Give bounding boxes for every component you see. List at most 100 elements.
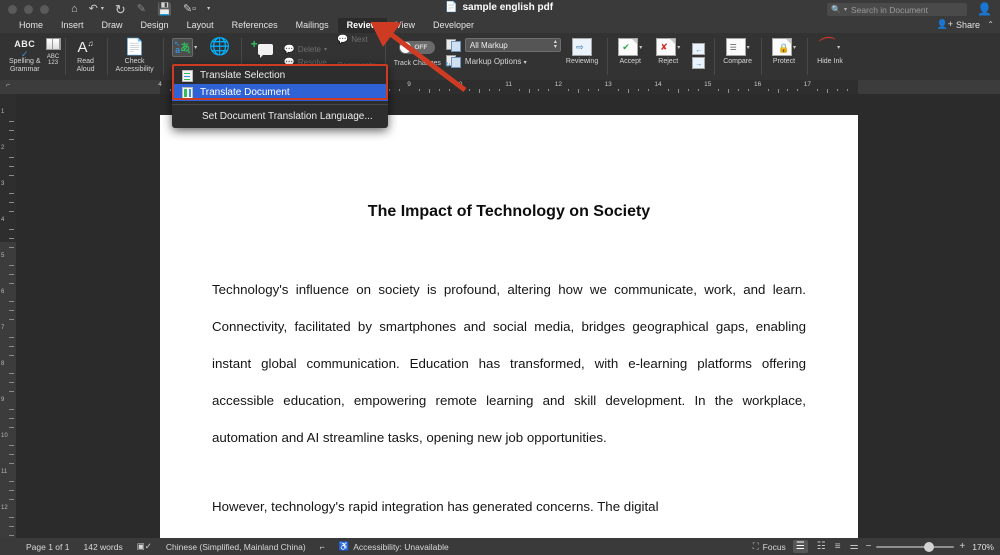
zoom-track[interactable] — [876, 541, 955, 552]
ruler-tick — [817, 89, 819, 91]
chevron-up-icon[interactable]: ⌃ — [987, 20, 994, 29]
tab-list: Home Insert Draw Design Layout Reference… — [0, 18, 1000, 33]
search-input[interactable]: 🔍 ▾ Search in Document — [827, 3, 967, 16]
ruler-tick — [648, 89, 650, 91]
delete-dropdown-icon[interactable]: ▾ — [324, 46, 327, 53]
new-comment-button[interactable]: + — [245, 35, 279, 59]
redo-icon[interactable]: ↻ — [115, 3, 126, 16]
close-button[interactable] — [8, 4, 17, 14]
translate-button[interactable]: ↖ あ a ↘ ▾ — [167, 35, 203, 59]
zoom-slider[interactable]: − + — [866, 541, 966, 552]
protect-button[interactable]: 🔒 ▾ Protect — [765, 35, 803, 68]
word-count-icon[interactable]: ABC 123 — [46, 54, 61, 66]
zoom-in-button[interactable]: + — [959, 541, 965, 552]
markup-display-select[interactable]: All Markup ▴ ▾ — [464, 38, 561, 52]
next-change-button[interactable]: → — [690, 56, 707, 70]
tab-layout[interactable]: Layout — [178, 18, 223, 33]
vertical-ruler-tick — [9, 409, 14, 410]
hide-ink-button[interactable]: ⏜ ▾ Hide Ink — [811, 35, 849, 68]
focus-button[interactable]: ⛶ Focus — [753, 541, 786, 552]
tab-draw[interactable]: Draw — [93, 18, 132, 33]
vertical-ruler-tick — [9, 193, 14, 194]
read-aloud-button[interactable]: A♫ Read Aloud — [69, 35, 103, 76]
check-accessibility-button[interactable]: 📄 Check Accessibility — [111, 35, 159, 76]
ruler-tick — [727, 89, 729, 93]
vertical-ruler-tick — [9, 346, 14, 347]
undo-dropdown-icon[interactable]: ▾ — [101, 6, 104, 12]
tab-insert[interactable]: Insert — [52, 18, 93, 33]
horizontal-ruler[interactable]: ⌐ 4567891011121314151617 — [0, 80, 1000, 94]
compare-button[interactable]: ☰ ▾ Compare — [718, 35, 757, 68]
protect-dropdown-icon[interactable]: ▾ — [793, 44, 796, 51]
zoom-thumb[interactable] — [924, 541, 935, 552]
accept-button[interactable]: ✔ ▾ Accept — [611, 35, 649, 68]
print-layout-icon[interactable]: ☰ — [792, 540, 808, 553]
ruler-tick — [687, 89, 689, 91]
format-painter-icon[interactable]: ✎ — [137, 3, 146, 15]
chevron-down-icon[interactable]: ▾ — [524, 60, 527, 66]
tab-design[interactable]: Design — [132, 18, 178, 33]
search-dropdown-icon[interactable]: ▾ — [844, 6, 847, 13]
reject-dropdown-icon[interactable]: ▾ — [677, 44, 680, 51]
text-layout-icon[interactable]: ⌐ — [320, 542, 325, 552]
spinner-icon[interactable]: ▴ ▾ — [554, 39, 557, 50]
zoom-level[interactable]: 170% — [972, 542, 994, 552]
translate-dropdown-menu[interactable]: Translate Selection Translate Document S… — [172, 64, 388, 128]
menu-item-set-translation-language[interactable]: Set Document Translation Language... — [172, 108, 388, 125]
page-indicator[interactable]: Page 1 of 1 — [26, 542, 69, 552]
translate-dropdown-icon[interactable]: ▾ — [194, 44, 197, 51]
tab-developer[interactable]: Developer — [424, 18, 483, 33]
undo-icon[interactable]: ↶ — [89, 3, 98, 15]
hide-ink-dropdown-icon[interactable]: ▾ — [837, 44, 840, 51]
tab-review[interactable]: Review — [337, 18, 387, 33]
window-controls[interactable] — [8, 4, 49, 14]
compare-label: Compare — [723, 58, 753, 65]
minimize-button[interactable] — [24, 4, 33, 14]
document-canvas[interactable]: The Impact of Technology on Society Tech… — [16, 94, 1000, 538]
tab-view[interactable]: View — [387, 18, 424, 33]
document-icon: 📄 — [445, 2, 458, 13]
track-changes-toggle[interactable]: OFF — [399, 41, 436, 54]
next-comment-button[interactable]: 💬 Next — [335, 33, 378, 46]
delete-comment-button[interactable]: 💬 Delete ▾ — [282, 43, 329, 56]
web-layout-icon[interactable]: ☷ — [817, 541, 826, 552]
save-icon[interactable]: 💾 — [157, 3, 172, 15]
reject-button[interactable]: ✘ ▾ Reject — [649, 35, 687, 68]
track-changes-icon[interactable]: ▣✓ — [137, 541, 152, 552]
customize-toolbar-icon[interactable]: ▾ — [207, 6, 210, 12]
compare-icon: ☰ — [725, 38, 746, 56]
home-icon[interactable]: ⌂ — [71, 3, 78, 15]
ruler-number: 13 — [604, 81, 612, 88]
markup-options-button[interactable]: ↻ Markup Options ▾ — [445, 55, 561, 69]
tab-references[interactable]: References — [223, 18, 287, 33]
thesaurus-icon[interactable] — [45, 38, 61, 50]
reviewing-pane-button[interactable]: ⇨ Reviewing — [561, 35, 603, 68]
menu-item-translate-document[interactable]: Translate Document — [172, 84, 388, 101]
language-indicator[interactable]: Chinese (Simplified, Mainland China) — [166, 542, 306, 552]
document-page[interactable]: The Impact of Technology on Society Tech… — [160, 115, 858, 538]
track-changes-button[interactable]: OFF Track Changes — [389, 35, 446, 70]
menu-item-translate-selection[interactable]: Translate Selection — [172, 67, 388, 84]
tab-mailings[interactable]: Mailings — [287, 18, 338, 33]
maximize-button[interactable] — [40, 4, 49, 14]
protect-icon: 🔒 — [772, 38, 792, 56]
draft-icon[interactable]: ⚌ — [850, 541, 859, 552]
previous-change-button[interactable]: ← — [690, 42, 707, 56]
ruler-tick — [737, 89, 739, 91]
tab-stop-selector[interactable]: ⌐ — [6, 82, 10, 89]
read-aloud-label-2: Aloud — [76, 66, 95, 73]
spelling-grammar-button[interactable]: ABC ✓ Spelling & Grammar — [4, 35, 46, 76]
language-button[interactable]: 🌐 — [203, 35, 237, 59]
vertical-ruler[interactable]: 1 2 3 4 5 6 7 8 9 10 11 12 — [0, 94, 16, 538]
compare-dropdown-icon[interactable]: ▾ — [747, 44, 750, 51]
account-icon[interactable]: 👤 — [977, 2, 992, 16]
outline-icon[interactable]: ≡ — [835, 541, 841, 552]
accept-dropdown-icon[interactable]: ▾ — [639, 44, 642, 51]
share-button[interactable]: 👤+ Share — [937, 19, 981, 30]
zoom-out-button[interactable]: − — [866, 541, 872, 552]
word-count[interactable]: 142 words — [83, 542, 122, 552]
accessibility-status[interactable]: ♿ Accessibility: Unavailable — [339, 541, 449, 552]
reject-icon: ✘ — [656, 38, 677, 56]
tab-home[interactable]: Home — [10, 18, 52, 33]
edit-mode-icon[interactable]: ✎▫ — [183, 3, 196, 15]
